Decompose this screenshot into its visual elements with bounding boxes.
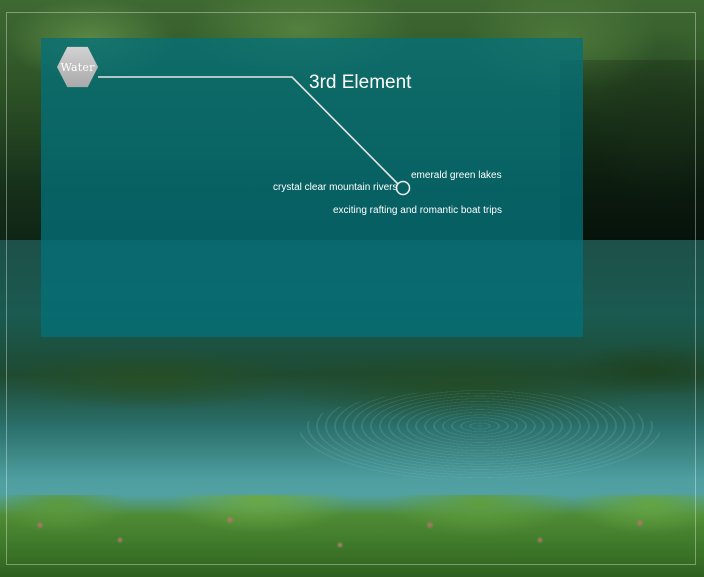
feature-lakes: emerald green lakes: [411, 170, 502, 181]
element-title: 3rd Element: [309, 72, 412, 93]
slide-canvas: Water 3rd Element crystal clear mountain…: [0, 0, 704, 577]
feature-rivers: crystal clear mountain rivers: [273, 182, 398, 193]
feature-boat-trips: exciting rafting and romantic boat trips: [333, 205, 502, 216]
flowering-shrubs: [0, 495, 704, 577]
badge-label: Water: [60, 60, 95, 74]
water-ripples: [300, 390, 660, 480]
